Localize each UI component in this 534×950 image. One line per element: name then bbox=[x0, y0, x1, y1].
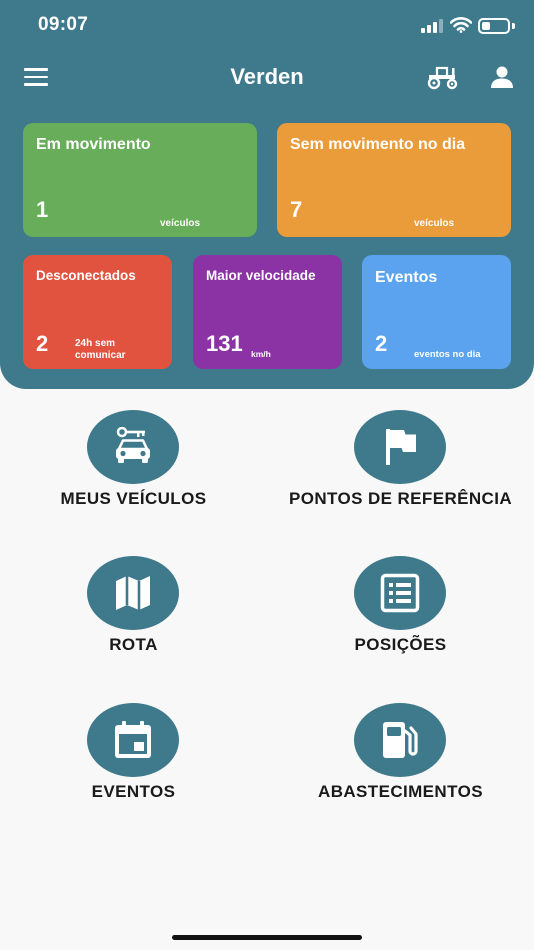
user-icon[interactable] bbox=[490, 65, 514, 89]
card-eventos[interactable]: Eventos 2 eventos no dia bbox=[362, 255, 511, 369]
car-key-icon bbox=[116, 427, 150, 463]
menu-meus-veiculos[interactable]: MEUS VEÍCULOS bbox=[0, 410, 267, 520]
menu-abastecimentos[interactable]: ABASTECIMENTOS bbox=[267, 703, 534, 813]
menu-posicoes[interactable]: POSIÇÕES bbox=[267, 556, 534, 666]
tractor-icon[interactable] bbox=[425, 64, 459, 90]
menu-label: POSIÇÕES bbox=[354, 635, 447, 654]
card-sem-movimento[interactable]: Sem movimento no dia 7 veículos bbox=[277, 123, 511, 237]
menu-label: EVENTOS bbox=[91, 782, 176, 801]
dashboard-header: 09:07 Verden Em movimento 1 veículos Sem… bbox=[0, 0, 534, 389]
list-icon bbox=[380, 573, 420, 613]
menu-label: PONTOS DE REFERÊNCIA bbox=[288, 489, 513, 508]
menu-icon-circle bbox=[87, 410, 179, 484]
flag-icon bbox=[386, 429, 416, 465]
card-value: 1 bbox=[36, 197, 49, 222]
card-value: 7 bbox=[290, 197, 303, 222]
card-value: 2 bbox=[375, 331, 388, 356]
battery-icon bbox=[478, 18, 510, 34]
card-unit-line1: 24h sem bbox=[75, 338, 116, 349]
card-label: Desconectados bbox=[36, 268, 136, 283]
card-unit: veículos bbox=[160, 218, 201, 229]
card-desconectados[interactable]: Desconectados 2 24h sem comunicar bbox=[23, 255, 172, 369]
nav-bar: Verden bbox=[0, 56, 534, 100]
card-value: 2 bbox=[36, 331, 49, 356]
signal-icon bbox=[421, 19, 443, 33]
menu-icon-circle bbox=[87, 703, 179, 777]
card-unit: veículos bbox=[414, 218, 455, 229]
map-icon bbox=[116, 576, 150, 610]
menu-icon-circle bbox=[354, 556, 446, 630]
menu-icon-circle bbox=[354, 703, 446, 777]
menu-label: MEUS VEÍCULOS bbox=[60, 489, 207, 508]
menu-eventos[interactable]: EVENTOS bbox=[0, 703, 267, 813]
card-em-movimento[interactable]: Em movimento 1 veículos bbox=[23, 123, 257, 237]
status-time: 09:07 bbox=[38, 14, 89, 35]
card-unit: 24h sem comunicar bbox=[75, 338, 126, 362]
card-maior-velocidade[interactable]: Maior velocidade 131 km/h bbox=[193, 255, 342, 369]
card-label: Eventos bbox=[375, 269, 438, 286]
menu-rota[interactable]: ROTA bbox=[0, 556, 267, 666]
card-label: Maior velocidade bbox=[206, 268, 316, 283]
card-label: Em movimento bbox=[36, 136, 151, 153]
card-unit: eventos no dia bbox=[414, 349, 481, 360]
wifi-icon bbox=[450, 17, 472, 33]
card-unit-line2: comunicar bbox=[75, 350, 126, 361]
menu-label: ABASTECIMENTOS bbox=[318, 782, 483, 801]
card-label: Sem movimento no dia bbox=[290, 136, 466, 153]
menu-icon-circle bbox=[87, 556, 179, 630]
fuel-pump-icon bbox=[383, 722, 418, 758]
card-value: 131 bbox=[206, 331, 243, 356]
menu-pontos-de-referencia[interactable]: PONTOS DE REFERÊNCIA bbox=[267, 410, 534, 520]
status-bar: 09:07 bbox=[0, 0, 534, 52]
calendar-icon bbox=[115, 721, 151, 758]
card-unit: km/h bbox=[251, 349, 271, 359]
menu-icon-circle bbox=[354, 410, 446, 484]
home-indicator bbox=[172, 935, 362, 940]
menu-label: ROTA bbox=[109, 635, 158, 654]
